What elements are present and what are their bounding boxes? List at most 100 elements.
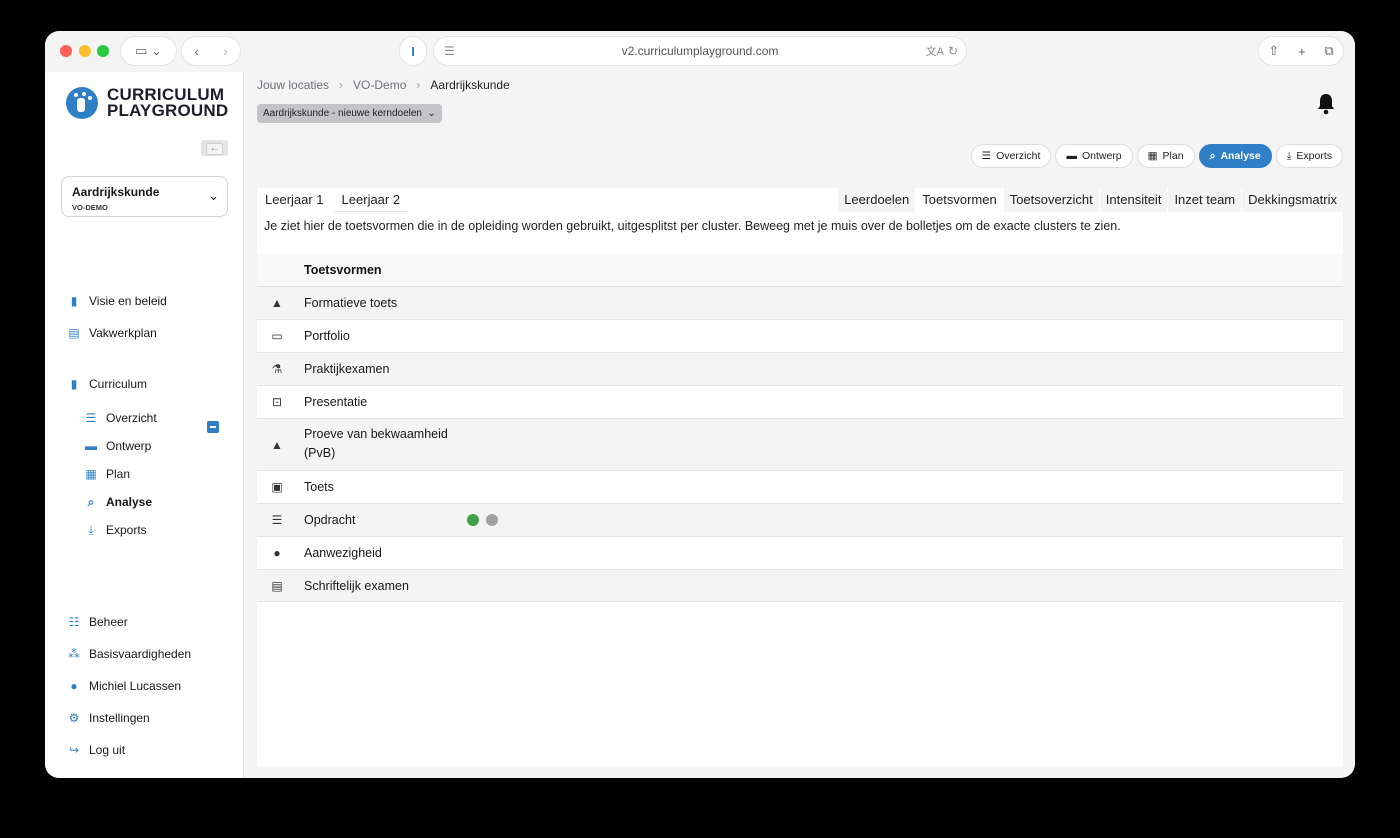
breadcrumb-current: Aardrijkskunde bbox=[430, 78, 510, 92]
tab-plan[interactable]: ▦ Plan bbox=[1136, 144, 1195, 168]
breadcrumb-item[interactable]: VO-Demo bbox=[353, 78, 406, 92]
table-row: ⊡ Presentatie bbox=[257, 385, 1343, 418]
nav-sub-ontwerp[interactable]: ▬ Ontwerp bbox=[84, 439, 151, 453]
back-icon[interactable]: ‹ bbox=[194, 44, 198, 59]
minimize-window-button[interactable] bbox=[79, 45, 91, 57]
nav-vakwerkplan[interactable]: ▤ Vakwerkplan bbox=[67, 326, 157, 340]
calendar-icon: ▦ bbox=[1147, 150, 1158, 162]
cluster-dot[interactable] bbox=[467, 514, 479, 526]
translate-icon[interactable]: 文A bbox=[926, 43, 944, 59]
forward-icon[interactable]: › bbox=[223, 44, 227, 59]
row-label: Aanwezigheid bbox=[304, 546, 382, 560]
nav-label: Vakwerkplan bbox=[89, 326, 157, 340]
tab-toetsvormen[interactable]: Toetsvormen bbox=[915, 188, 1003, 212]
analysis-tabs: Leerdoelen Toetsvormen Toetsoverzicht In… bbox=[837, 188, 1343, 212]
nav-visie-en-beleid[interactable]: ▮ Visie en beleid bbox=[67, 294, 167, 308]
shapes-icon: ▲ bbox=[271, 296, 283, 310]
row-label: Formatieve toets bbox=[304, 296, 398, 310]
maximize-window-button[interactable] bbox=[97, 45, 109, 57]
nav-beheer[interactable]: ☷ Beheer bbox=[67, 615, 128, 629]
page-tabs: ☰ Overzicht ▬ Ontwerp ▦ Plan ⌕ Analyse ⤓… bbox=[970, 144, 1343, 168]
calendar-icon: ▦ bbox=[85, 467, 97, 481]
layers-icon: ▬ bbox=[1066, 150, 1077, 162]
table-row: ▣ Toets bbox=[257, 470, 1343, 503]
collapse-sidebar-button[interactable]: ← bbox=[201, 140, 228, 156]
book-icon: ▮ bbox=[70, 377, 78, 391]
nav-label: Overzicht bbox=[106, 411, 157, 425]
row-label: Schriftelijk examen bbox=[304, 579, 409, 593]
tab-exports[interactable]: ⤓ Exports bbox=[1275, 144, 1343, 168]
nav-user[interactable]: ● Michiel Lucassen bbox=[67, 679, 181, 693]
nav-sub-overzicht[interactable]: ☰ Overzicht bbox=[84, 411, 157, 425]
nav-sub-plan[interactable]: ▦ Plan bbox=[84, 467, 130, 481]
browser-toolbar: ▭ ⌄ ‹ › I ☰ v2.curriculumplayground.com … bbox=[45, 31, 1355, 72]
nav-label: Visie en beleid bbox=[89, 294, 167, 308]
course-select[interactable]: Aardrijkskunde VO-DEMO ⌄ bbox=[61, 176, 228, 217]
tab-dekkingsmatrix[interactable]: Dekkingsmatrix bbox=[1241, 188, 1343, 212]
nav-label: Exports bbox=[106, 523, 147, 537]
tab-overzicht[interactable]: ☰ Overzicht bbox=[970, 144, 1052, 168]
tab-label: Exports bbox=[1296, 150, 1332, 162]
reload-icon[interactable]: ↻ bbox=[948, 44, 958, 58]
page-icon: ☰ bbox=[444, 44, 455, 58]
nav-sub-analyse[interactable]: ⌕ Analyse bbox=[84, 494, 152, 510]
table-row: ● Aanwezigheid bbox=[257, 536, 1343, 569]
microscope-icon: ⚗ bbox=[271, 362, 283, 376]
chevron-down-icon: ⌄ bbox=[208, 188, 219, 203]
table-row: ⚗ Praktijkexamen bbox=[257, 352, 1343, 385]
nav-curriculum[interactable]: ▮ Curriculum bbox=[67, 377, 147, 391]
row-label: Opdracht bbox=[304, 513, 356, 527]
logo[interactable]: CURRICULUM PLAYGROUND bbox=[66, 86, 229, 120]
tab-leerjaar-2[interactable]: Leerjaar 2 bbox=[333, 188, 409, 212]
variant-label: Aardrijkskunde - nieuwe kerndoelen bbox=[263, 108, 422, 119]
nav-instellingen[interactable]: ⚙ Instellingen bbox=[67, 711, 150, 725]
breadcrumb-item[interactable]: Jouw locaties bbox=[257, 78, 329, 92]
tab-analyse[interactable]: ⌕ Analyse bbox=[1198, 144, 1272, 168]
sidebar: CURRICULUM PLAYGROUND ← Aardrijkskunde V… bbox=[45, 72, 244, 778]
cubes-icon: ⁂ bbox=[68, 647, 80, 661]
nav-label: Beheer bbox=[89, 615, 128, 629]
download-icon: ⤓ bbox=[1286, 150, 1292, 162]
table-row: ▲ Formatieve toets bbox=[257, 286, 1343, 319]
address-url: v2.curriculumplayground.com bbox=[621, 44, 779, 58]
open-book-icon: ▭ bbox=[271, 329, 283, 343]
tab-toetsoverzicht[interactable]: Toetsoverzicht bbox=[1002, 188, 1099, 212]
logo-line-2: PLAYGROUND bbox=[107, 101, 229, 120]
tab-leerdoelen[interactable]: Leerdoelen bbox=[837, 188, 916, 212]
gear-icon: ⚙ bbox=[68, 711, 80, 725]
bell-icon[interactable] bbox=[1316, 93, 1336, 115]
arrow-left-icon: ← bbox=[206, 143, 223, 155]
table-row: ▲ Proeve van bekwaamheid (PvB) bbox=[257, 418, 1343, 470]
tab-ontwerp[interactable]: ▬ Ontwerp bbox=[1055, 144, 1133, 168]
nav-log-uit[interactable]: ↪ Log uit bbox=[67, 743, 125, 757]
address-bar[interactable]: ☰ v2.curriculumplayground.com 文A ↻ bbox=[434, 37, 966, 65]
table-row: ☰ Opdracht bbox=[257, 503, 1343, 536]
new-tab-icon[interactable]: + bbox=[1298, 44, 1306, 59]
variant-select[interactable]: Aardrijkskunde - nieuwe kerndoelen ⌄ bbox=[257, 104, 442, 123]
sidebar-toggle-button[interactable]: ▭ ⌄ bbox=[121, 37, 176, 65]
table-header: Toetsvormen bbox=[257, 254, 1343, 286]
tabs-overview-icon[interactable]: ⧉ bbox=[1324, 43, 1333, 59]
tab-inzet-team[interactable]: Inzet team bbox=[1167, 188, 1242, 212]
collapse-curriculum-icon[interactable] bbox=[207, 421, 219, 433]
table-row: ▤ Schriftelijk examen bbox=[257, 569, 1343, 602]
browser-window: ▭ ⌄ ‹ › I ☰ v2.curriculumplayground.com … bbox=[45, 31, 1355, 778]
nav-label: Curriculum bbox=[89, 377, 148, 391]
sidebar-icon: ▭ bbox=[135, 43, 148, 58]
clipboard-icon: ▤ bbox=[68, 326, 80, 340]
nav-label: Instellingen bbox=[89, 711, 150, 725]
reader-icon: ▣ bbox=[271, 480, 283, 494]
reader-button[interactable]: I bbox=[400, 37, 426, 65]
breadcrumb: Jouw locaties › VO-Demo › Aardrijkskunde bbox=[257, 78, 510, 92]
cluster-dot[interactable] bbox=[486, 514, 498, 526]
column-header: Toetsvormen bbox=[304, 263, 382, 277]
tab-intensiteit[interactable]: Intensiteit bbox=[1098, 188, 1168, 212]
close-window-button[interactable] bbox=[60, 45, 72, 57]
tab-leerjaar-1[interactable]: Leerjaar 1 bbox=[257, 188, 332, 212]
download-icon: ⤓ bbox=[88, 522, 94, 537]
magnifier-icon: ⌕ bbox=[87, 494, 95, 509]
nav-sub-exports[interactable]: ⤓ Exports bbox=[84, 522, 147, 538]
tab-label: Plan bbox=[1162, 150, 1184, 162]
nav-basisvaardigheden[interactable]: ⁂ Basisvaardigheden bbox=[67, 647, 191, 661]
share-icon[interactable]: ⇧ bbox=[1268, 43, 1279, 59]
